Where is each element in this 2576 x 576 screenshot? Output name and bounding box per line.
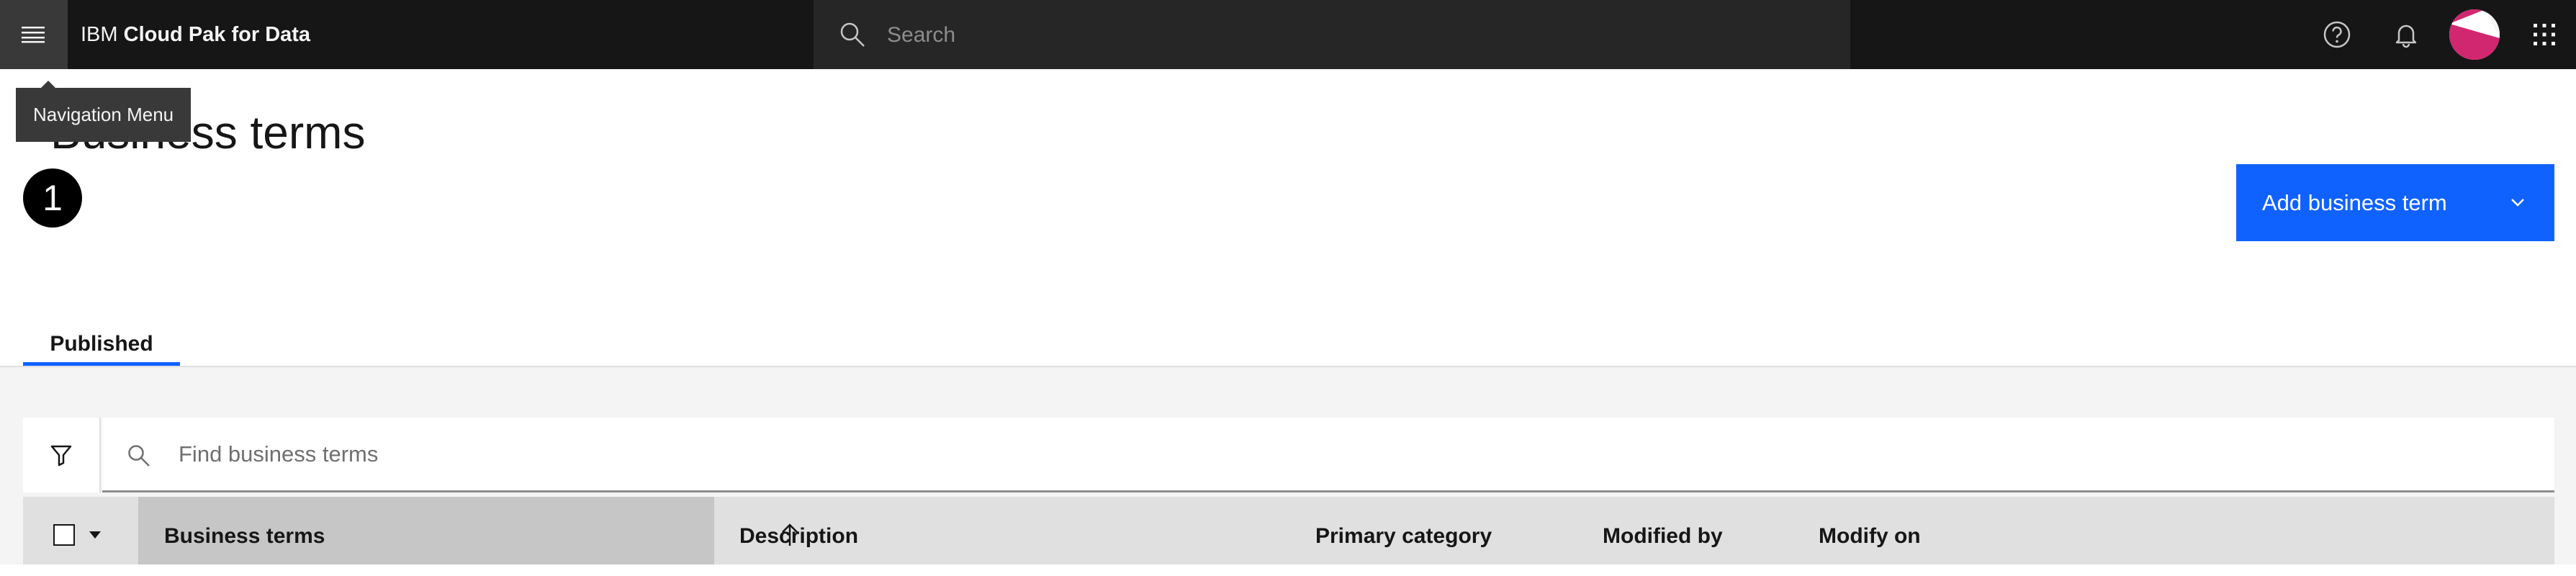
step-badge: 1 xyxy=(23,168,82,228)
app-switcher-icon xyxy=(2534,24,2555,45)
filter-button[interactable] xyxy=(23,418,101,492)
search-icon xyxy=(840,22,865,47)
column-header-business-terms[interactable]: Business terms xyxy=(138,497,798,564)
column-header-label: Business terms xyxy=(164,524,325,548)
brand-product: Cloud Pak for Data xyxy=(123,23,311,46)
navigation-menu-tooltip: Navigation Menu xyxy=(16,81,192,142)
tab-published[interactable]: Published xyxy=(23,324,180,366)
find-business-terms-input[interactable] xyxy=(177,418,2484,491)
app-switcher-button[interactable] xyxy=(2510,0,2576,69)
avatar xyxy=(2449,9,2500,60)
navigation-menu-button[interactable] xyxy=(0,0,68,69)
help-button[interactable] xyxy=(2302,0,2372,69)
top-header: IBM Cloud Pak for Data xyxy=(0,0,2576,71)
filter-icon xyxy=(50,445,72,467)
table-header: Business terms Description Primary categ… xyxy=(23,497,2554,564)
product-name[interactable]: IBM Cloud Pak for Data xyxy=(81,0,310,69)
column-header-modified-by[interactable]: Modified by xyxy=(1603,497,1723,564)
help-icon xyxy=(2323,21,2351,48)
notification-icon xyxy=(2395,24,2417,48)
search-icon xyxy=(128,445,150,467)
global-search-input[interactable] xyxy=(886,0,1824,71)
column-header-description[interactable]: Description xyxy=(739,497,858,564)
notifications-button[interactable] xyxy=(2372,0,2441,69)
global-search[interactable] xyxy=(814,0,1850,71)
add-business-term-button[interactable]: Add business term xyxy=(2236,164,2554,241)
menu-icon xyxy=(22,27,45,43)
user-avatar[interactable] xyxy=(2449,9,2500,60)
caret-down-icon[interactable] xyxy=(88,528,102,543)
column-header-modify-on[interactable]: Modify on xyxy=(1819,497,1921,564)
column-header-primary-category[interactable]: Primary category xyxy=(1315,497,1492,564)
select-all-checkbox[interactable] xyxy=(53,524,75,546)
brand-prefix: IBM xyxy=(81,23,118,46)
chevron-down-icon[interactable] xyxy=(2508,193,2527,212)
add-business-term-label: Add business term xyxy=(2262,190,2447,215)
find-business-terms-search[interactable] xyxy=(102,418,2554,492)
